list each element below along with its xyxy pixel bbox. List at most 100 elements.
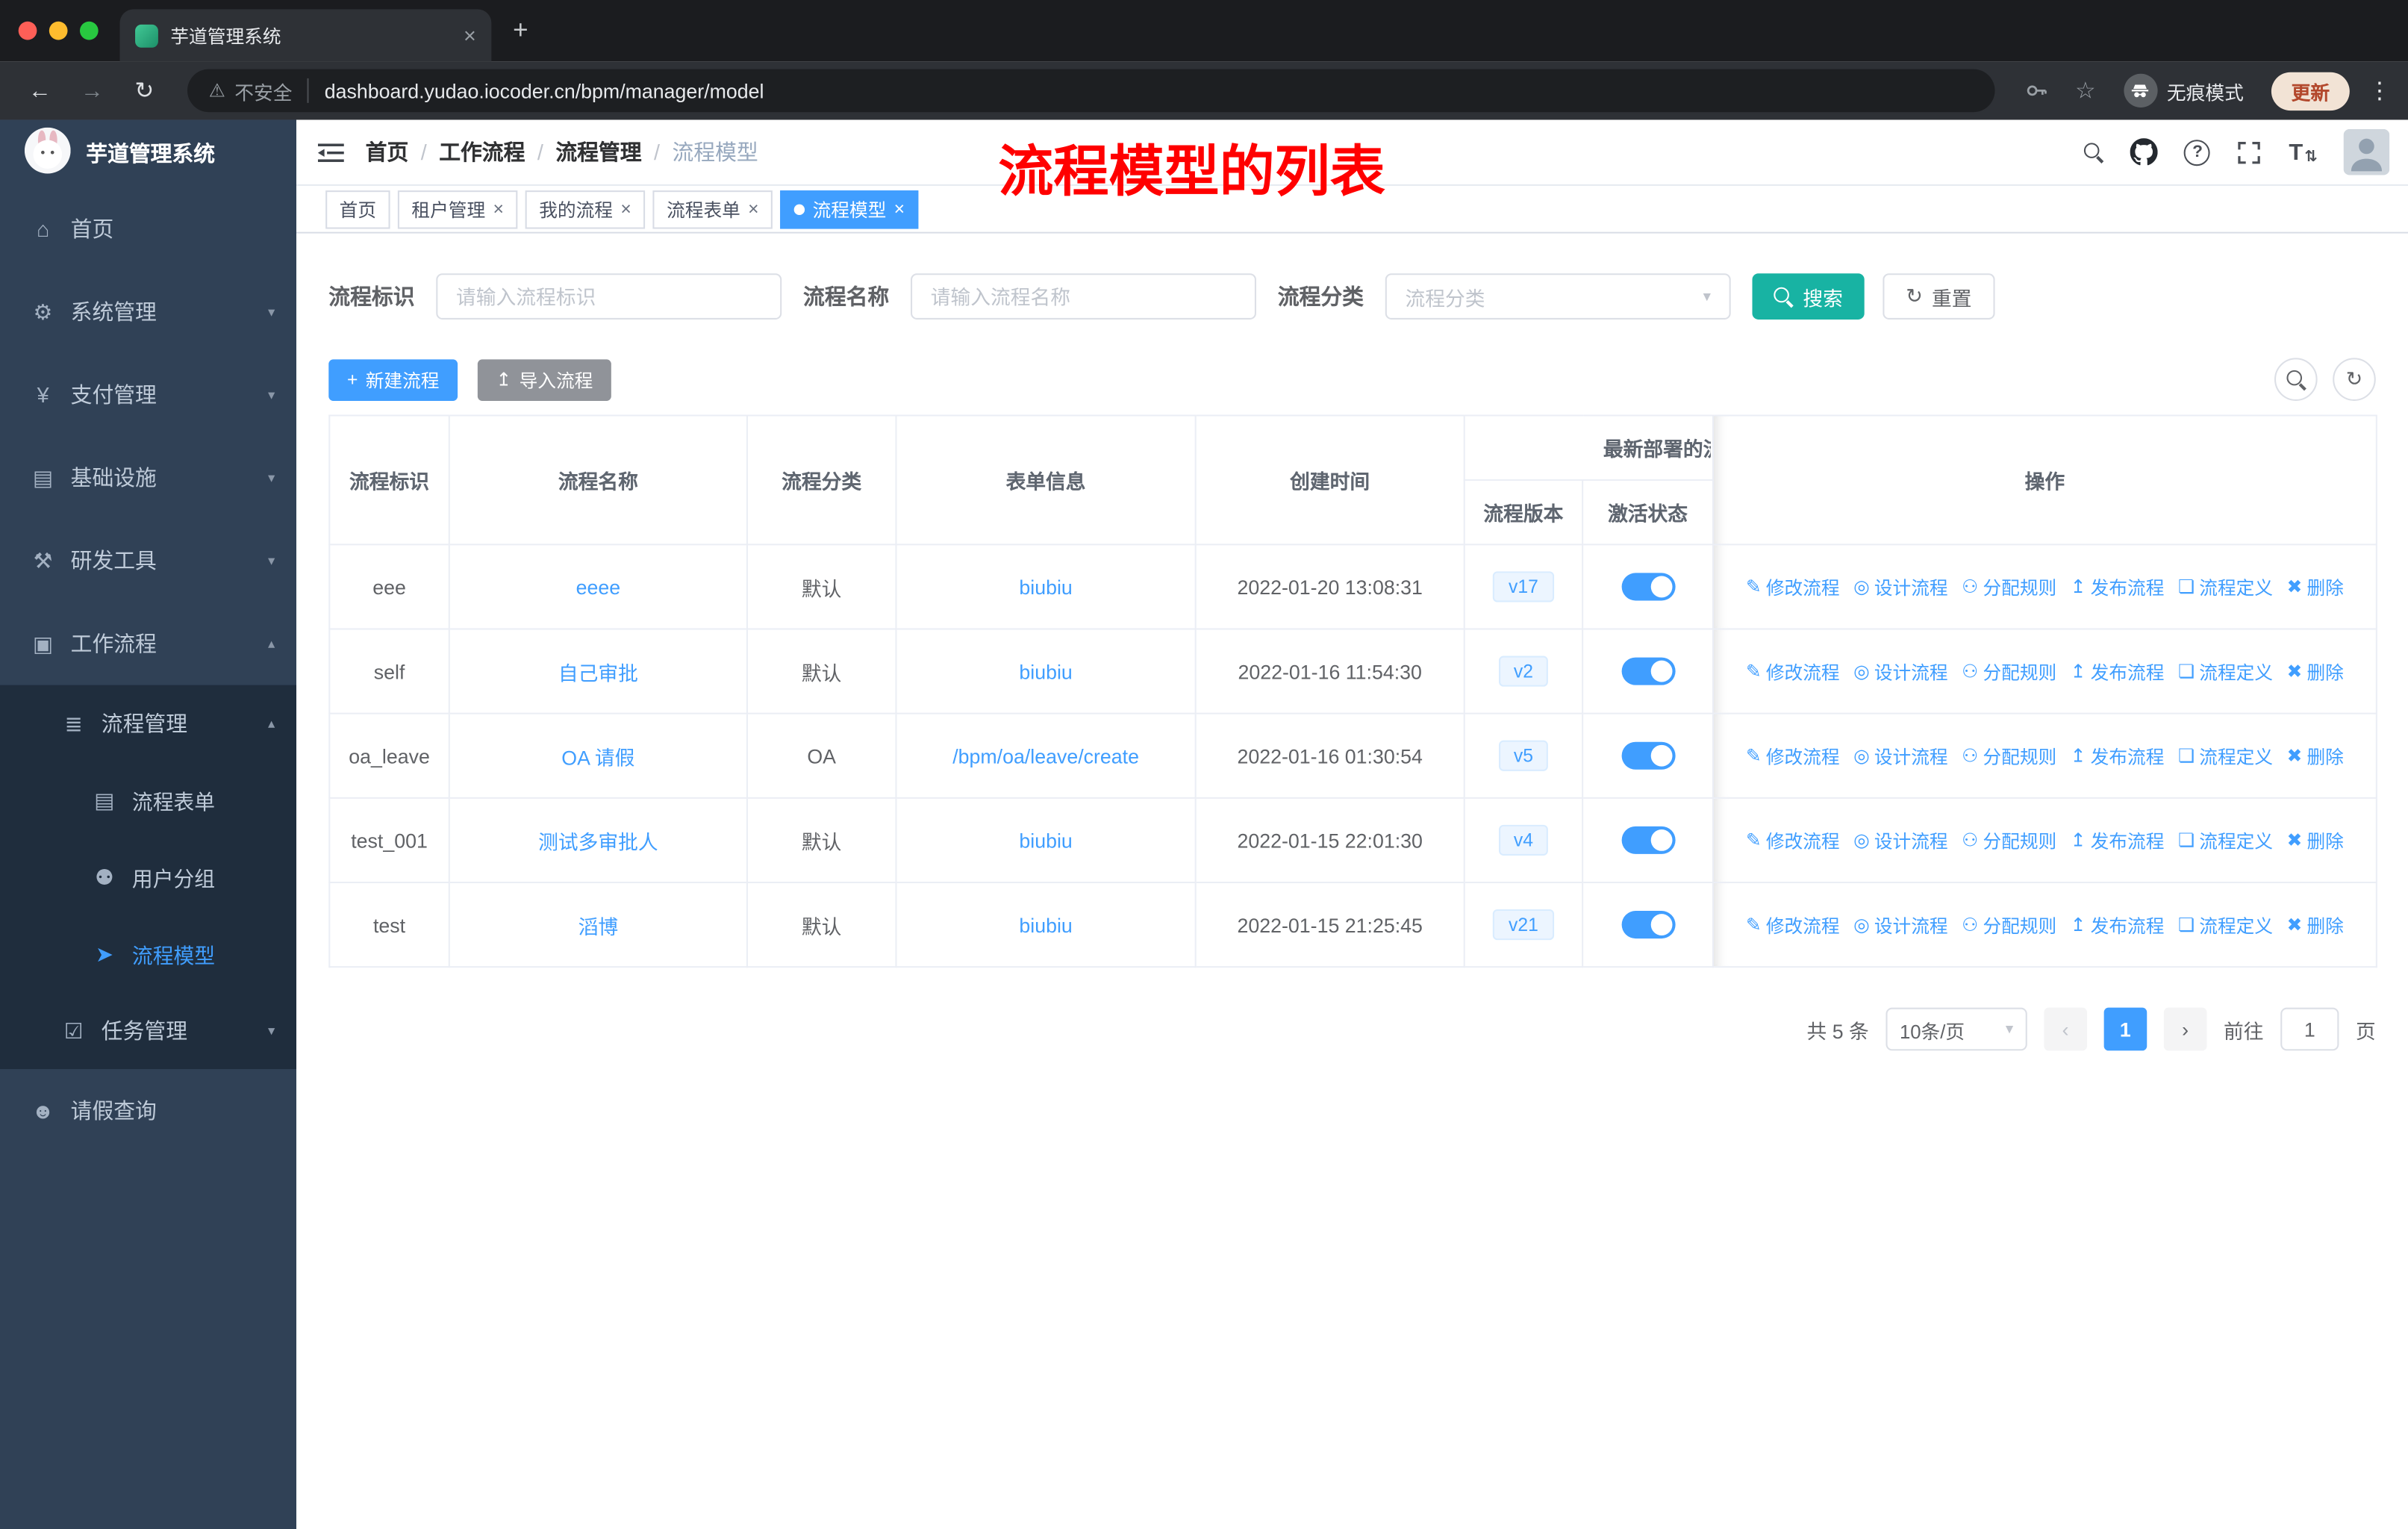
close-icon[interactable]: × [748,198,758,219]
action-publish-link[interactable]: ↥ 发布流程 [2071,573,2165,600]
action-definition-link[interactable]: ❏ 流程定义 [2178,912,2273,938]
action-delete-link[interactable]: ✖ 删除 [2287,743,2344,769]
reset-button[interactable]: ↻ 重置 [1883,273,1995,320]
sidebar-item-devtools[interactable]: ⚒ 研发工具 ▾ [0,519,296,602]
toggle-search-button[interactable] [2274,358,2318,401]
process-category-select[interactable]: 流程分类 ▾ [1385,273,1731,320]
sidebar-item-home[interactable]: ⌂ 首页 [0,187,296,270]
version-badge[interactable]: v17 [1493,571,1554,602]
tag-tenant-management[interactable]: 租户管理 × [397,190,518,228]
action-assign-rule-link[interactable]: ⚇ 分配规则 [1962,573,2056,600]
password-key-icon[interactable] [2016,78,2056,103]
tab-close-icon[interactable]: × [464,23,476,48]
form-info-link[interactable]: biubiu [1019,829,1072,852]
action-delete-link[interactable]: ✖ 删除 [2287,827,2344,853]
sidebar-item-infrastructure[interactable]: ▤ 基础设施 ▾ [0,436,296,519]
action-delete-link[interactable]: ✖ 删除 [2287,658,2344,685]
breadcrumb-process-management[interactable]: 流程管理 [555,137,641,167]
action-design-link[interactable]: ◎ 设计流程 [1853,658,1948,685]
github-icon[interactable] [2130,138,2159,166]
process-name-link[interactable]: 滔博 [578,915,619,938]
bookmark-star-icon[interactable]: ☆ [2065,77,2105,105]
breadcrumb-workflow[interactable]: 工作流程 [439,137,525,167]
new-tab-button[interactable]: + [513,16,528,46]
maximize-window-button[interactable] [79,21,99,40]
form-info-link[interactable]: biubiu [1019,575,1072,598]
prev-page-button[interactable]: ‹ [2044,1007,2087,1051]
close-icon[interactable]: × [894,198,905,219]
help-icon[interactable]: ? [2184,139,2211,166]
tag-my-process[interactable]: 我的流程 × [525,190,646,228]
action-publish-link[interactable]: ↥ 发布流程 [2071,827,2165,853]
process-id-input[interactable] [436,273,782,320]
process-name-link[interactable]: OA 请假 [561,746,634,769]
url-bar[interactable]: ⚠ 不安全 dashboard.yudao.iocoder.cn/bpm/man… [187,69,1995,113]
action-design-link[interactable]: ◎ 设计流程 [1853,827,1948,853]
fullscreen-icon[interactable] [2236,139,2262,165]
import-process-button[interactable]: ↥ 导入流程 [477,358,612,400]
minimize-window-button[interactable] [49,21,68,40]
action-definition-link[interactable]: ❏ 流程定义 [2178,573,2273,600]
tag-home[interactable]: 首页 [325,190,390,228]
tag-process-form[interactable]: 流程表单 × [652,190,773,228]
action-modify-link[interactable]: ✎ 修改流程 [1746,743,1840,769]
create-process-button[interactable]: + 新建流程 [328,358,458,400]
close-icon[interactable]: × [620,198,631,219]
action-assign-rule-link[interactable]: ⚇ 分配规则 [1962,658,2056,685]
browser-tab[interactable]: 芋道管理系统 × [119,9,492,62]
action-delete-link[interactable]: ✖ 删除 [2287,912,2344,938]
form-info-link[interactable]: biubiu [1019,913,1072,936]
sidebar-item-system[interactable]: ⚙ 系统管理 ▾ [0,270,296,353]
sidebar-item-user-group[interactable]: ⚉ 用户分组 [0,838,296,915]
action-modify-link[interactable]: ✎ 修改流程 [1746,827,1840,853]
action-design-link[interactable]: ◎ 设计流程 [1853,573,1948,600]
action-modify-link[interactable]: ✎ 修改流程 [1746,912,1840,938]
action-assign-rule-link[interactable]: ⚇ 分配规则 [1962,912,2056,938]
active-toggle[interactable] [1621,573,1675,601]
active-toggle[interactable] [1621,911,1675,939]
forward-button[interactable]: → [71,78,114,104]
action-definition-link[interactable]: ❏ 流程定义 [2178,743,2273,769]
breadcrumb-home[interactable]: 首页 [366,137,409,167]
process-name-link[interactable]: eeee [576,575,621,598]
next-page-button[interactable]: › [2163,1007,2207,1051]
form-info-link[interactable]: biubiu [1019,660,1072,683]
page-1-button[interactable]: 1 [2103,1007,2147,1051]
sidebar-item-process-management[interactable]: ≣ 流程管理 ▴ [0,685,296,762]
action-design-link[interactable]: ◎ 设计流程 [1853,912,1948,938]
collapse-sidebar-icon[interactable] [317,140,344,164]
user-avatar[interactable] [2343,128,2390,175]
active-toggle[interactable] [1621,657,1675,685]
process-name-input[interactable] [911,273,1256,320]
process-name-link[interactable]: 自己审批 [558,661,638,685]
action-design-link[interactable]: ◎ 设计流程 [1853,743,1948,769]
update-button[interactable]: 更新 [2271,71,2350,110]
tag-process-model[interactable]: 流程模型 × [780,190,919,228]
goto-page-input[interactable] [2280,1007,2339,1051]
sidebar-item-payment[interactable]: ¥ 支付管理 ▾ [0,353,296,436]
reload-button[interactable]: ↻ [123,77,166,105]
font-size-icon[interactable]: T ⇅ [2289,139,2317,165]
action-publish-link[interactable]: ↥ 发布流程 [2071,743,2165,769]
refresh-table-button[interactable]: ↻ [2333,358,2376,401]
process-name-link[interactable]: 测试多审批人 [538,830,658,853]
active-toggle[interactable] [1621,741,1675,770]
action-assign-rule-link[interactable]: ⚇ 分配规则 [1962,827,2056,853]
search-button[interactable]: 搜索 [1752,273,1865,320]
sidebar-item-task-management[interactable]: ☑ 任务管理 ▾ [0,992,296,1069]
search-icon[interactable] [2084,142,2105,162]
browser-menu-button[interactable]: ⋮ [2368,77,2392,105]
sidebar-item-workflow[interactable]: ▣ 工作流程 ▴ [0,602,296,685]
version-badge[interactable]: v2 [1498,655,1549,687]
action-delete-link[interactable]: ✖ 删除 [2287,573,2344,600]
close-icon[interactable]: × [493,198,503,219]
page-size-select[interactable]: 10条/页 ▾ [1885,1007,2027,1051]
action-modify-link[interactable]: ✎ 修改流程 [1746,573,1840,600]
form-info-link[interactable]: /bpm/oa/leave/create [952,744,1139,767]
action-assign-rule-link[interactable]: ⚇ 分配规则 [1962,743,2056,769]
close-window-button[interactable] [18,21,37,40]
version-badge[interactable]: v5 [1498,740,1549,771]
active-toggle[interactable] [1621,826,1675,854]
action-publish-link[interactable]: ↥ 发布流程 [2071,658,2165,685]
version-badge[interactable]: v21 [1493,909,1554,941]
